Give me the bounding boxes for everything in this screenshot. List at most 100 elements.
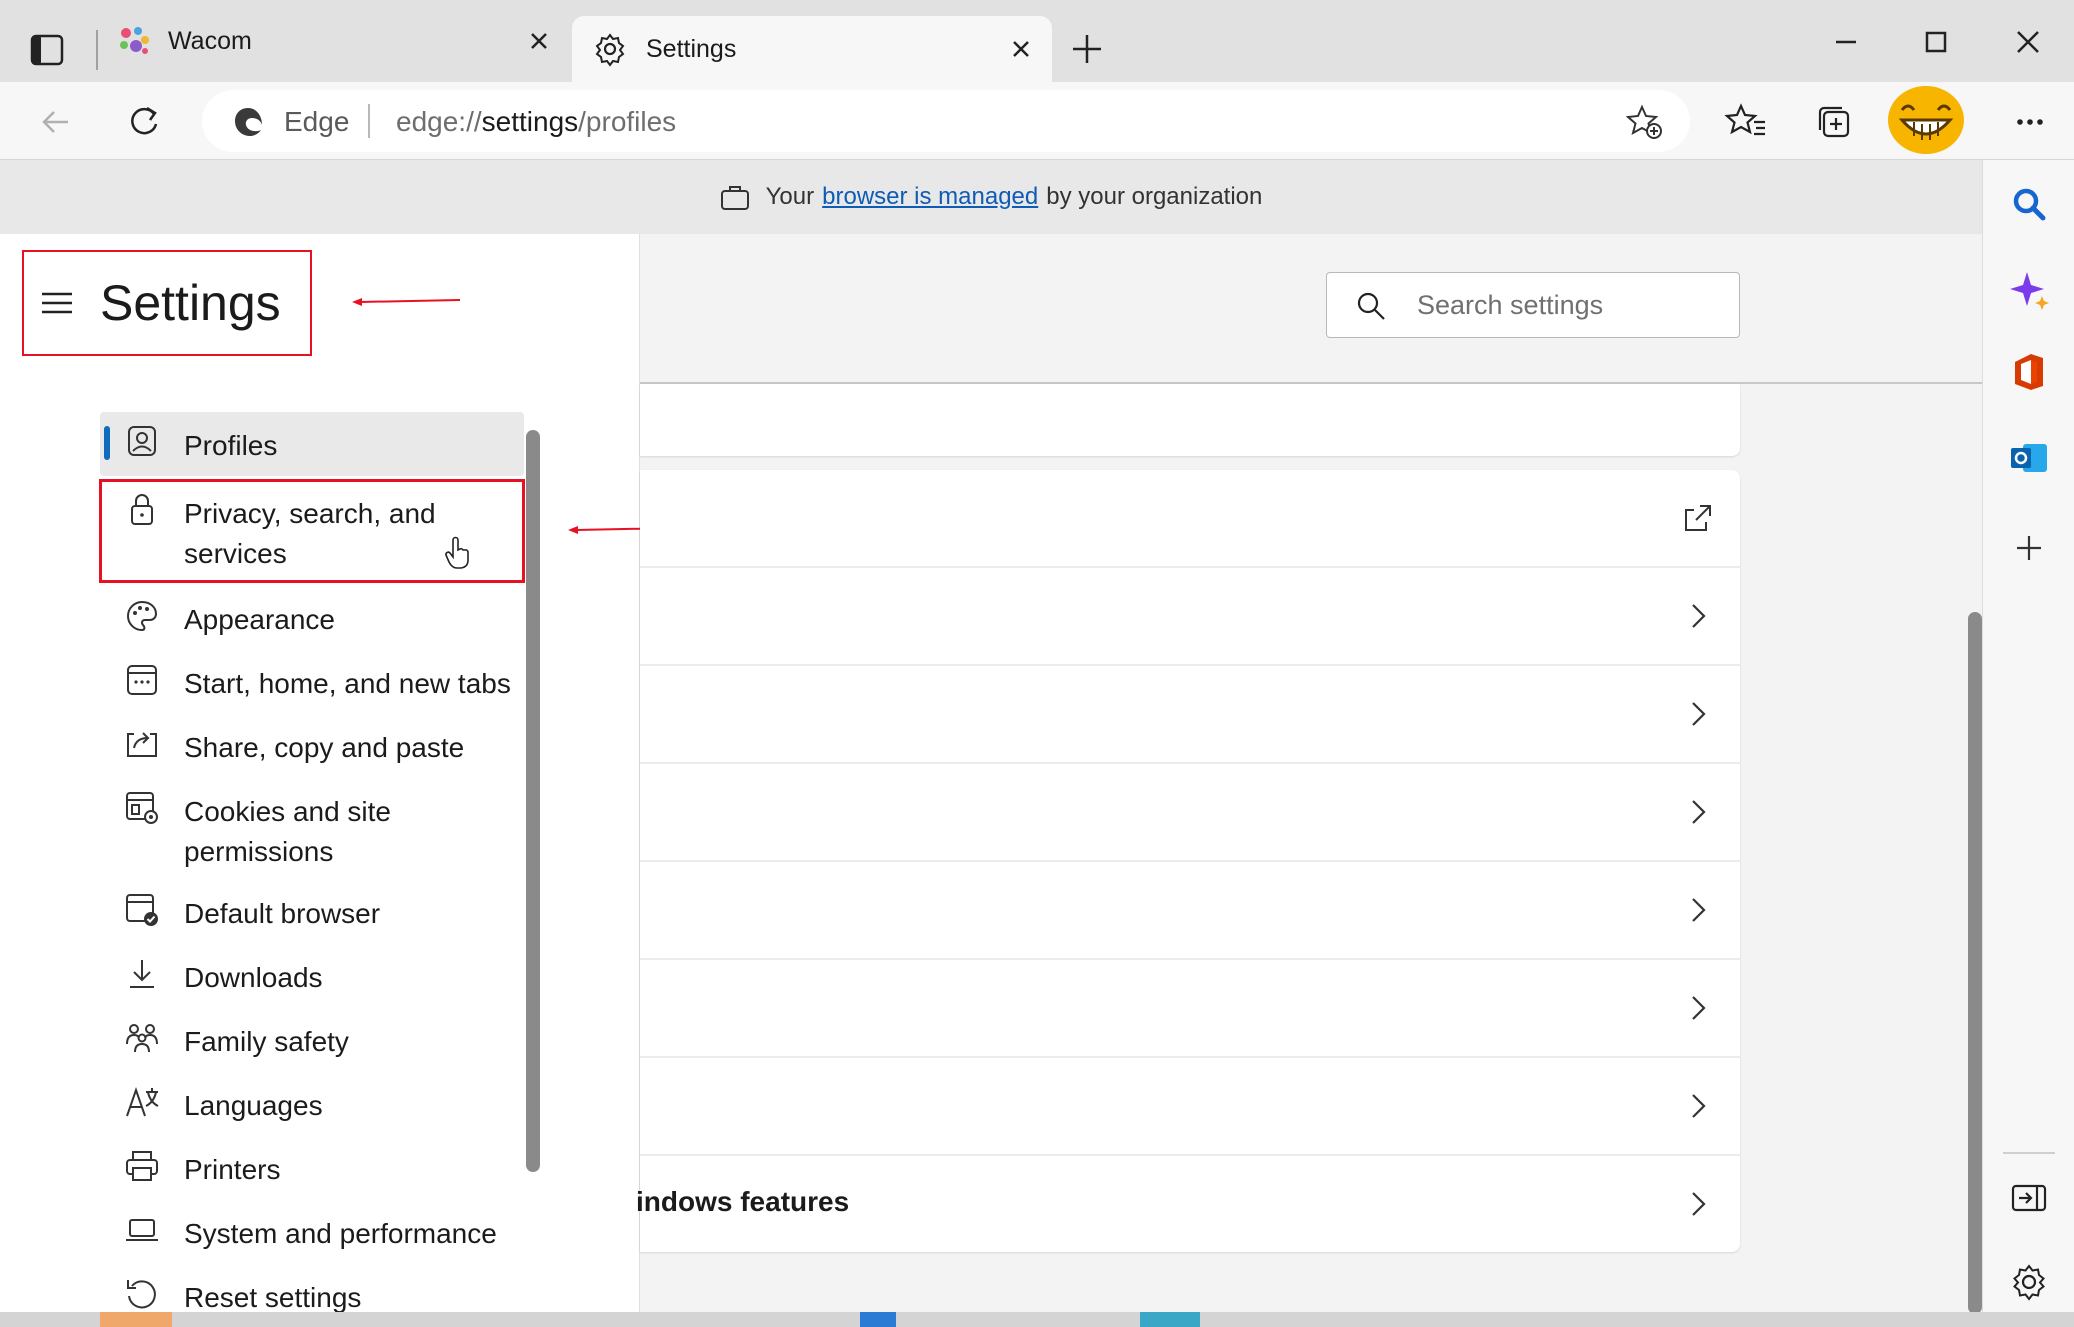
tab-label: Settings [646,34,737,63]
close-icon[interactable] [1006,34,1036,64]
chevron-right-icon [1692,800,1706,824]
copilot-sparkle-icon[interactable] [2007,268,2051,312]
chevron-right-icon [1692,996,1706,1020]
banner-prefix: Your [765,183,815,210]
taskbar-item[interactable] [860,1312,896,1327]
minimize-icon[interactable] [1826,22,1866,62]
settings-row[interactable] [640,862,1740,960]
close-window-icon[interactable] [2008,22,2048,62]
sidebar-item-label: Default browser [184,898,381,929]
chevron-right-icon [1692,702,1706,726]
edge-logo-icon [235,108,262,136]
sidebar-item-profiles[interactable]: Profiles [100,412,524,476]
hand-cursor-icon [445,536,469,569]
rail-divider [2003,1152,2055,1154]
add-favorite-icon[interactable] [1626,103,1664,141]
sidebar-item-share[interactable]: Share, copy and paste [100,714,524,778]
sidebar-item-start-home[interactable]: Start, home, and new tabs [100,650,524,714]
profile-avatar-icon[interactable] [1886,84,1966,156]
sidebar-item-label: System and performance [184,1218,497,1249]
refresh-icon[interactable] [122,100,166,144]
back-icon[interactable] [34,100,78,144]
collections-icon[interactable] [1812,100,1856,144]
reset-icon [127,1280,156,1309]
settings-nav: Settings Profiles Privacy, search, and s… [0,234,677,1314]
sidebar-item-system[interactable]: System and performance [100,1200,524,1264]
chevron-right-icon [1692,898,1706,922]
sidebar-item-downloads[interactable]: Downloads [100,944,524,1008]
taskbar-item[interactable] [100,1312,172,1327]
new-tab-icon[interactable] [1068,30,1106,68]
annotation-arrow-icon [352,298,461,306]
search-settings-box[interactable] [1326,272,1740,338]
sidebar-item-label: Appearance [184,604,336,635]
main-scrollbar[interactable] [1968,612,1982,1314]
chevron-right-icon [1692,1192,1706,1216]
menu-icon[interactable] [40,288,74,318]
search-input[interactable] [1417,283,1717,327]
profile-card [640,384,1740,456]
tab-label: Wacom [168,26,252,55]
more-options-icon[interactable] [2008,100,2052,144]
wacom-favicon-icon [120,27,149,54]
sidebar-settings-gear-icon[interactable] [2007,1260,2051,1304]
chevron-right-icon [1692,604,1706,628]
taskbar-strip [0,1312,2074,1327]
nav-scrollbar[interactable] [526,430,540,1172]
row-label: indows features [636,1186,850,1217]
tab-actions-icon[interactable] [28,32,68,68]
url-scheme: edge:// [396,106,482,137]
taskbar-item[interactable] [1140,1312,1200,1327]
sidebar-item-default-browser[interactable]: Default browser [100,880,524,944]
sidebar-item-label: Share, copy and paste [184,732,465,763]
briefcase-icon [720,186,749,210]
search-icon [1357,292,1385,320]
settings-row[interactable] [640,666,1740,764]
settings-row[interactable] [640,960,1740,1058]
hide-sidebar-icon[interactable] [2007,1176,2051,1220]
settings-row-windows-features[interactable]: indows features [636,1156,1740,1254]
tab-settings[interactable]: Settings [572,16,1052,82]
maximize-icon[interactable] [1916,22,1956,62]
tab-divider [96,30,98,70]
chevron-right-icon [1692,1094,1706,1118]
outlook-icon[interactable] [2007,436,2051,480]
sidebar-item-appearance[interactable]: Appearance [100,586,524,650]
office-icon[interactable] [2007,350,2051,394]
tab-wacom[interactable]: Wacom [110,0,570,82]
sidebar-item-languages[interactable]: Languages [100,1072,524,1136]
url-host: settings [481,106,579,137]
palette-icon [127,600,158,632]
sidebar-rail [1982,160,2074,1327]
address-bar[interactable]: Edge edge://settings/profiles [202,90,1690,152]
sidebar-item-cookies[interactable]: Cookies and site permissions [100,778,524,880]
external-link-icon[interactable] [1680,500,1716,536]
settings-row[interactable] [640,1058,1740,1156]
sidebar-item-printers[interactable]: Printers [100,1136,524,1200]
sidebar-item-reset[interactable]: Reset settings [100,1264,524,1314]
sidebar-item-label: Cookies and site permissions [184,796,392,867]
toolbar: Edge edge://settings/profiles [0,82,2074,160]
search-icon[interactable] [2007,182,2051,226]
sidebar-item-label: Family safety [184,1026,349,1057]
url-text[interactable]: edge://settings/profiles [396,106,676,138]
download-icon [130,960,154,988]
sidebar-item-label: Languages [184,1090,323,1121]
add-icon[interactable] [2007,526,2051,570]
profile-settings-card: indows features [636,470,1740,1254]
sidebar-item-privacy[interactable]: Privacy, search, and services [99,479,525,583]
tab-strip: Wacom Settings [0,0,2074,82]
settings-row[interactable] [640,470,1740,568]
close-icon[interactable] [524,26,554,56]
favorites-icon[interactable] [1724,100,1768,144]
sidebar-item-label: Profiles [184,430,278,461]
lock-icon [131,494,153,525]
banner-suffix: by your organization [1046,183,1263,210]
settings-row[interactable] [640,764,1740,862]
url-path: /profiles [578,106,677,137]
laptop-icon [126,1219,158,1241]
sidebar-item-family-safety[interactable]: Family safety [100,1008,524,1072]
settings-row[interactable] [640,568,1740,666]
browser-managed-link[interactable]: browser is managed [822,183,1038,211]
settings-header: Settings [22,250,312,356]
